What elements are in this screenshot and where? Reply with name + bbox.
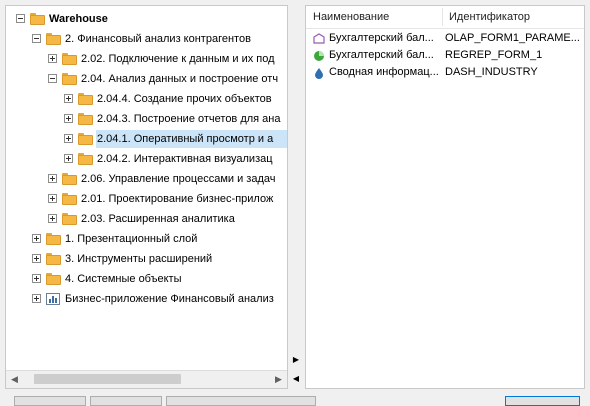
tree-node[interactable]: Бизнес-приложение Финансовый анализ — [6, 290, 287, 308]
olap-report-icon — [313, 33, 325, 48]
column-divider[interactable] — [442, 8, 443, 26]
tree-node-label: 2.04.4. Создание прочих объектов — [97, 93, 272, 105]
expand-plus-icon[interactable] — [32, 234, 41, 243]
footer-button-primary[interactable] — [505, 396, 580, 406]
list-item[interactable]: Бухгалтерский бал... OLAP_FORM1_PARAME... — [306, 31, 584, 47]
folder-icon — [78, 153, 93, 165]
folder-icon — [46, 253, 61, 265]
object-list[interactable]: Наименование Идентификатор Бухгалтерский… — [305, 5, 585, 389]
folder-icon — [46, 273, 61, 285]
tree-node[interactable]: Warehouse — [6, 10, 287, 28]
tree-node[interactable]: 2.02. Подключение к данным и их под — [6, 50, 287, 68]
tree-node[interactable]: 2.04. Анализ данных и построение отч — [6, 70, 287, 88]
tree-node[interactable]: 2.04.4. Создание прочих объектов — [6, 90, 287, 108]
tree-node[interactable]: 2.06. Управление процессами и задач — [6, 170, 287, 188]
cell-name: Сводная информац... — [329, 66, 439, 78]
folder-icon — [78, 113, 93, 125]
list-header: Наименование Идентификатор — [306, 6, 584, 29]
tree-node[interactable]: 2. Финансовый анализ контрагентов — [6, 30, 287, 48]
business-app-icon — [46, 293, 60, 305]
tree-node-label: 2.04.1. Оперативный просмотр и а — [97, 133, 274, 145]
list-item[interactable]: Сводная информац... DASH_INDUSTRY — [306, 65, 584, 81]
cell-name: Бухгалтерский бал... — [329, 32, 434, 44]
list-item[interactable]: Бухгалтерский бал... REGREP_FORM_1 — [306, 48, 584, 64]
folder-icon — [62, 73, 77, 85]
cell-identifier: REGREP_FORM_1 — [445, 49, 543, 61]
expand-plus-icon[interactable] — [48, 214, 57, 223]
expand-plus-icon[interactable] — [64, 154, 73, 163]
footer-button-3[interactable] — [166, 396, 316, 406]
tree-node[interactable]: 2.04.2. Интерактивная визуализац — [6, 150, 287, 168]
tree-node-label: 2.02. Подключение к данным и их под — [81, 53, 275, 65]
folder-icon — [78, 93, 93, 105]
footer-button-1[interactable] — [14, 396, 86, 406]
collapse-minus-icon[interactable] — [48, 74, 57, 83]
tree-node[interactable]: 2.04.3. Построение отчетов для ана — [6, 110, 287, 128]
tree-node-label: 2.06. Управление процессами и задач — [81, 173, 276, 185]
cell-identifier: OLAP_FORM1_PARAME... — [445, 32, 580, 44]
tree-node[interactable]: 1. Презентационный слой — [6, 230, 287, 248]
tree-node[interactable]: 2.01. Проектирование бизнес-прилож — [6, 190, 287, 208]
expand-plus-icon[interactable] — [48, 174, 57, 183]
folder-icon — [30, 13, 45, 25]
tree-node[interactable]: 3. Инструменты расширений — [6, 250, 287, 268]
expand-plus-icon[interactable] — [32, 294, 41, 303]
tree-node-label: Бизнес-приложение Финансовый анализ — [65, 293, 274, 305]
tree-node-label: 2.04.2. Интерактивная визуализац — [97, 153, 273, 165]
expand-plus-icon[interactable] — [32, 254, 41, 263]
expand-plus-icon[interactable] — [64, 134, 73, 143]
footer-button-2[interactable] — [90, 396, 162, 406]
tree-node-label: 2.03. Расширенная аналитика — [81, 213, 235, 225]
folder-icon — [46, 33, 61, 45]
scroll-right-arrow-icon[interactable]: ▶ — [270, 371, 287, 388]
object-tree[interactable]: Warehouse 2. Финансовый анализ контрагент… — [5, 5, 288, 389]
tree-node-label: 4. Системные объекты — [65, 273, 182, 285]
expand-plus-icon[interactable] — [48, 194, 57, 203]
folder-icon — [78, 133, 93, 145]
folder-icon — [62, 53, 77, 65]
column-header-id[interactable]: Идентификатор — [449, 11, 530, 23]
regular-report-icon — [313, 50, 325, 65]
tree-node-label: 2.04. Анализ данных и построение отч — [81, 73, 279, 85]
scroll-left-arrow-icon[interactable]: ◀ — [6, 371, 23, 388]
column-header-name[interactable]: Наименование — [313, 11, 389, 23]
collapse-minus-icon[interactable] — [32, 34, 41, 43]
tree-node-label: 2.01. Проектирование бизнес-прилож — [81, 193, 274, 205]
tree-node-label: 2. Финансовый анализ контрагентов — [65, 33, 251, 45]
expand-plus-icon[interactable] — [32, 274, 41, 283]
folder-icon — [62, 193, 77, 205]
tree-horizontal-scrollbar[interactable]: ◀ ▶ — [6, 370, 287, 388]
tree-node-label: 2.04.3. Построение отчетов для ана — [97, 113, 281, 125]
collapse-left-button[interactable]: ◀ — [289, 371, 303, 387]
tree-node[interactable]: 2.04.1. Оперативный просмотр и а — [6, 130, 287, 148]
scroll-thumb[interactable] — [34, 374, 181, 384]
folder-icon — [62, 173, 77, 185]
expand-right-button[interactable]: ▶ — [289, 352, 303, 368]
collapse-minus-icon[interactable] — [16, 14, 25, 23]
tree-node-label: 1. Презентационный слой — [65, 233, 198, 245]
folder-icon — [46, 233, 61, 245]
expand-plus-icon[interactable] — [48, 54, 57, 63]
dashboard-icon — [313, 67, 325, 82]
folder-icon — [62, 213, 77, 225]
tree-node-label: 3. Инструменты расширений — [65, 253, 213, 265]
tree-node[interactable]: 2.03. Расширенная аналитика — [6, 210, 287, 228]
expand-plus-icon[interactable] — [64, 94, 73, 103]
cell-name: Бухгалтерский бал... — [329, 49, 434, 61]
cell-identifier: DASH_INDUSTRY — [445, 66, 538, 78]
tree-node[interactable]: 4. Системные объекты — [6, 270, 287, 288]
tree-node-label: Warehouse — [49, 13, 108, 25]
expand-plus-icon[interactable] — [64, 114, 73, 123]
